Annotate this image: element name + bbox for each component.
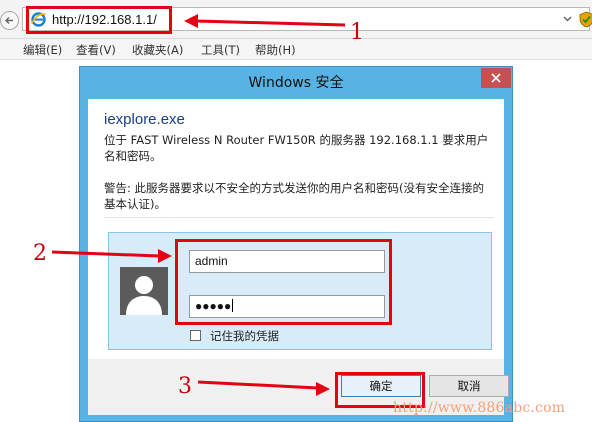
annotation-arrows [51, 14, 346, 396]
watermark: http://www.886abc.com [393, 400, 566, 416]
annotation-arrow-2 [51, 249, 172, 263]
annotation-arrow-3 [197, 380, 330, 396]
annotation-arrow-1 [184, 14, 346, 28]
step-number-2: 2 [33, 241, 47, 266]
step-number-1: 1 [350, 20, 364, 45]
step-number-3: 3 [178, 374, 192, 399]
